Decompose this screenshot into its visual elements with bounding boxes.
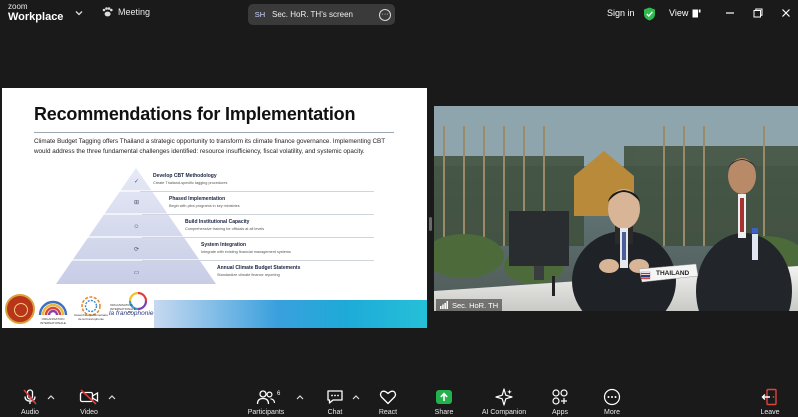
minimize-icon[interactable] <box>722 5 738 21</box>
title-bar: zoom Workplace Meeting SH Sec. HoR. TH's… <box>0 0 798 28</box>
logo-caption: Assemblée parlementaire de la Francophon… <box>73 313 109 321</box>
apps-button[interactable]: Apps <box>530 388 590 416</box>
share-label: Share <box>434 409 454 416</box>
camera-off-icon <box>79 389 99 405</box>
step-connector <box>142 237 374 238</box>
paw-icon <box>102 7 113 17</box>
participant-count: 6 <box>277 391 281 397</box>
meeting-label: Meeting <box>118 7 151 17</box>
chevron-up-icon[interactable] <box>47 394 55 400</box>
apps-icon <box>552 389 568 405</box>
sparkle-icon <box>495 388 513 406</box>
document-icon: ▭ <box>133 270 140 276</box>
participant-video[interactable]: THAILAND <box>434 106 798 311</box>
brand-bottom-text: Workplace <box>8 11 64 23</box>
ai-companion-label: AI Companion <box>481 409 527 416</box>
resize-handle[interactable] <box>429 217 432 231</box>
grid-icon: ⊞ <box>133 200 140 206</box>
apps-label: Apps <box>552 409 568 416</box>
step-connector <box>142 260 374 261</box>
sharer-name: Sec. HoR. TH's screen <box>272 10 353 19</box>
step-2-subtitle: Begin with pilot programs in key ministr… <box>169 204 240 208</box>
screen-share-indicator[interactable]: SH Sec. HoR. TH's screen ··· <box>248 4 395 25</box>
chat-bubble-icon <box>327 390 343 404</box>
parliament-seal-logo <box>5 294 35 324</box>
heart-icon <box>379 390 397 405</box>
step-2-title: Phased Implementation <box>169 196 226 202</box>
participants-label: Participants <box>247 409 285 416</box>
step-connector <box>140 191 374 192</box>
step-5-subtitle: Standardize climate finance reporting <box>217 273 280 277</box>
meeting-menu[interactable]: Meeting <box>102 7 150 17</box>
sharer-initials: SH <box>254 10 266 19</box>
step-3-subtitle: Comprehensive training for officials at … <box>185 227 265 231</box>
chevron-up-icon[interactable] <box>108 394 116 400</box>
chat-label: Chat <box>327 409 343 416</box>
step-connector <box>142 214 374 215</box>
leave-button[interactable]: Leave <box>740 388 798 416</box>
audio-label: Audio <box>21 409 39 416</box>
leave-door-icon <box>761 388 777 406</box>
participants-icon <box>256 390 276 405</box>
more-button[interactable]: More <box>582 388 642 416</box>
logo-caption: ORGANISATION INTERNATIONALE <box>40 317 66 325</box>
chevron-down-icon[interactable] <box>74 8 84 18</box>
chat-button[interactable]: Chat <box>305 388 365 416</box>
country-nameplate: THAILAND <box>656 270 690 277</box>
slide-footer-gradient <box>154 300 427 328</box>
sign-in-link[interactable]: Sign in <box>607 8 635 18</box>
more-label: More <box>604 409 620 416</box>
step-5-title: Annual Climate Budget Statements <box>217 265 301 271</box>
view-layout-icon <box>692 9 701 17</box>
video-button[interactable]: Video <box>59 388 119 416</box>
react-button[interactable]: React <box>358 388 418 416</box>
restore-icon[interactable] <box>750 5 766 21</box>
share-screen-icon <box>436 390 452 404</box>
step-1-title: Develop CBT Methodology <box>153 173 217 179</box>
francophonie-wordmark: la francophonie <box>109 310 154 317</box>
video-frame-scene: THAILAND <box>434 106 798 311</box>
step-3-title: Build Institutional Capacity <box>185 219 250 225</box>
ai-companion-button[interactable]: AI Companion <box>474 388 534 416</box>
close-icon[interactable] <box>778 5 794 21</box>
participants-button[interactable]: Participants <box>236 388 296 416</box>
more-options-icon[interactable]: ··· <box>379 8 391 21</box>
chevron-up-icon[interactable] <box>296 394 304 400</box>
step-1-subtitle: Create Thailand-specific tagging procedu… <box>153 181 228 185</box>
step-4-title: System Integration <box>201 242 247 248</box>
sync-icon: ⟳ <box>133 247 140 253</box>
shared-screen-slide[interactable]: Recommendations for Implementation Clima… <box>2 88 427 328</box>
participant-name: Sec. HoR. TH <box>452 300 499 310</box>
audio-button[interactable]: Audio <box>0 388 60 416</box>
react-label: React <box>378 409 398 416</box>
signal-bars-icon <box>440 301 448 309</box>
share-button[interactable]: Share <box>414 388 474 416</box>
video-label: Video <box>80 409 98 416</box>
more-dots-icon <box>603 388 621 406</box>
rainbow-arc-logo <box>38 300 68 316</box>
leave-label: Leave <box>760 409 780 416</box>
view-menu[interactable]: View <box>669 8 701 18</box>
checkmark-icon: ✓ <box>133 179 140 185</box>
view-label: View <box>669 8 689 18</box>
microphone-muted-icon <box>23 389 37 405</box>
step-4-subtitle: Integrate with existing financial manage… <box>201 250 291 254</box>
participant-name-tag: Sec. HoR. TH <box>436 299 503 311</box>
zoom-workplace-logo[interactable]: zoom Workplace <box>8 3 63 23</box>
people-icon: ☺ <box>133 223 140 230</box>
meeting-toolbar: Audio Video Participants 6 Chat React Sh… <box>0 384 798 417</box>
brand-top-text: zoom <box>8 2 28 11</box>
shield-check-icon[interactable] <box>643 7 656 21</box>
